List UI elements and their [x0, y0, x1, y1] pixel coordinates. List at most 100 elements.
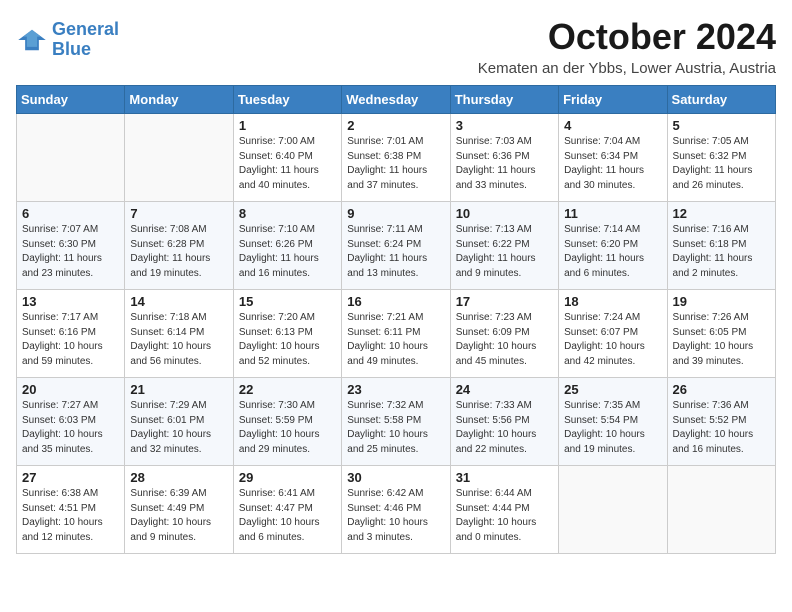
header-saturday: Saturday [667, 86, 775, 114]
week-row-3: 13 Sunrise: 7:17 AMSunset: 6:16 PMDayligh… [17, 290, 776, 378]
calendar-cell [17, 114, 125, 202]
day-detail: Sunrise: 7:35 AMSunset: 5:54 PMDaylight:… [564, 399, 661, 457]
day-detail: Sunrise: 7:14 AMSunset: 6:20 PMDaylight:… [564, 223, 661, 281]
day-number: 31 [456, 470, 553, 485]
day-detail: Sunrise: 6:44 AMSunset: 4:44 PMDaylight:… [456, 487, 553, 545]
calendar-cell: 11 Sunrise: 7:14 AMSunset: 6:20 PMDayligh… [559, 202, 667, 290]
day-number: 27 [22, 470, 119, 485]
day-number: 2 [347, 118, 444, 133]
day-number: 6 [22, 206, 119, 221]
calendar-cell: 16 Sunrise: 7:21 AMSunset: 6:11 PMDayligh… [342, 290, 450, 378]
day-number: 15 [239, 294, 336, 309]
day-number: 25 [564, 382, 661, 397]
location-title: Kematen an der Ybbs, Lower Austria, Aust… [478, 60, 776, 77]
calendar-cell: 4Sunrise: 7:04 AMSunset: 6:34 PMDaylight… [559, 114, 667, 202]
page-header: General Blue October 2024 Kematen an der… [16, 16, 776, 77]
calendar-cell: 13 Sunrise: 7:17 AMSunset: 6:16 PMDayligh… [17, 290, 125, 378]
day-detail: Sunrise: 7:27 AMSunset: 6:03 PMDaylight:… [22, 399, 119, 457]
calendar-cell: 5Sunrise: 7:05 AMSunset: 6:32 PMDaylight… [667, 114, 775, 202]
day-detail: Sunrise: 7:29 AMSunset: 6:01 PMDaylight:… [130, 399, 227, 457]
calendar-cell: 14Sunrise: 7:18 AMSunset: 6:14 PMDayligh… [125, 290, 233, 378]
calendar-cell: 20 Sunrise: 7:27 AMSunset: 6:03 PMDayligh… [17, 378, 125, 466]
calendar-cell: 6 Sunrise: 7:07 AMSunset: 6:30 PMDaylight… [17, 202, 125, 290]
day-number: 11 [564, 206, 661, 221]
calendar-cell: 23Sunrise: 7:32 AMSunset: 5:58 PMDayligh… [342, 378, 450, 466]
day-number: 18 [564, 294, 661, 309]
day-detail: Sunrise: 7:26 AMSunset: 6:05 PMDaylight:… [673, 311, 770, 369]
header-thursday: Thursday [450, 86, 558, 114]
day-detail: Sunrise: 7:30 AMSunset: 5:59 PMDaylight:… [239, 399, 336, 457]
calendar-cell: 2 Sunrise: 7:01 AMSunset: 6:38 PMDaylight… [342, 114, 450, 202]
calendar-cell: 29 Sunrise: 6:41 AMSunset: 4:47 PMDayligh… [233, 466, 341, 554]
day-detail: Sunrise: 7:13 AMSunset: 6:22 PMDaylight:… [456, 223, 553, 281]
header-sunday: Sunday [17, 86, 125, 114]
header-friday: Friday [559, 86, 667, 114]
calendar-cell: 31 Sunrise: 6:44 AMSunset: 4:44 PMDayligh… [450, 466, 558, 554]
calendar-cell: 8 Sunrise: 7:10 AMSunset: 6:26 PMDaylight… [233, 202, 341, 290]
day-number: 12 [673, 206, 770, 221]
day-number: 22 [239, 382, 336, 397]
calendar-cell: 7 Sunrise: 7:08 AMSunset: 6:28 PMDaylight… [125, 202, 233, 290]
day-detail: Sunrise: 6:41 AMSunset: 4:47 PMDaylight:… [239, 487, 336, 545]
calendar-cell: 24Sunrise: 7:33 AMSunset: 5:56 PMDayligh… [450, 378, 558, 466]
week-row-4: 20 Sunrise: 7:27 AMSunset: 6:03 PMDayligh… [17, 378, 776, 466]
calendar-cell: 15 Sunrise: 7:20 AMSunset: 6:13 PMDayligh… [233, 290, 341, 378]
calendar-table: SundayMondayTuesdayWednesdayThursdayFrid… [16, 85, 776, 554]
day-detail: Sunrise: 7:05 AMSunset: 6:32 PMDaylight:… [673, 135, 770, 193]
calendar-cell: 19 Sunrise: 7:26 AMSunset: 6:05 PMDayligh… [667, 290, 775, 378]
calendar-cell [125, 114, 233, 202]
header-tuesday: Tuesday [233, 86, 341, 114]
day-number: 9 [347, 206, 444, 221]
calendar-cell: 30Sunrise: 6:42 AMSunset: 4:46 PMDayligh… [342, 466, 450, 554]
calendar-cell [667, 466, 775, 554]
calendar-cell: 9 Sunrise: 7:11 AMSunset: 6:24 PMDaylight… [342, 202, 450, 290]
day-detail: Sunrise: 7:03 AMSunset: 6:36 PMDaylight:… [456, 135, 553, 193]
day-detail: Sunrise: 7:21 AMSunset: 6:11 PMDaylight:… [347, 311, 444, 369]
calendar-cell: 17 Sunrise: 7:23 AMSunset: 6:09 PMDayligh… [450, 290, 558, 378]
day-detail: Sunrise: 6:39 AMSunset: 4:49 PMDaylight:… [130, 487, 227, 545]
day-number: 7 [130, 206, 227, 221]
day-detail: Sunrise: 7:23 AMSunset: 6:09 PMDaylight:… [456, 311, 553, 369]
day-detail: Sunrise: 7:24 AMSunset: 6:07 PMDaylight:… [564, 311, 661, 369]
calendar-cell [559, 466, 667, 554]
day-detail: Sunrise: 7:36 AMSunset: 5:52 PMDaylight:… [673, 399, 770, 457]
calendar-cell: 10 Sunrise: 7:13 AMSunset: 6:22 PMDayligh… [450, 202, 558, 290]
day-number: 17 [456, 294, 553, 309]
day-detail: Sunrise: 7:00 AMSunset: 6:40 PMDaylight:… [239, 135, 336, 193]
day-number: 13 [22, 294, 119, 309]
day-number: 3 [456, 118, 553, 133]
day-number: 10 [456, 206, 553, 221]
day-number: 8 [239, 206, 336, 221]
day-detail: Sunrise: 7:11 AMSunset: 6:24 PMDaylight:… [347, 223, 444, 281]
day-number: 19 [673, 294, 770, 309]
logo-icon [16, 28, 48, 52]
day-number: 16 [347, 294, 444, 309]
day-number: 20 [22, 382, 119, 397]
day-number: 26 [673, 382, 770, 397]
day-detail: Sunrise: 7:20 AMSunset: 6:13 PMDaylight:… [239, 311, 336, 369]
calendar-cell: 3 Sunrise: 7:03 AMSunset: 6:36 PMDaylight… [450, 114, 558, 202]
day-number: 30 [347, 470, 444, 485]
calendar-cell: 22 Sunrise: 7:30 AMSunset: 5:59 PMDayligh… [233, 378, 341, 466]
calendar-cell: 28 Sunrise: 6:39 AMSunset: 4:49 PMDayligh… [125, 466, 233, 554]
day-detail: Sunrise: 7:10 AMSunset: 6:26 PMDaylight:… [239, 223, 336, 281]
calendar-cell: 27Sunrise: 6:38 AMSunset: 4:51 PMDayligh… [17, 466, 125, 554]
day-number: 28 [130, 470, 227, 485]
calendar-cell: 12Sunrise: 7:16 AMSunset: 6:18 PMDayligh… [667, 202, 775, 290]
day-detail: Sunrise: 7:01 AMSunset: 6:38 PMDaylight:… [347, 135, 444, 193]
calendar-header-row: SundayMondayTuesdayWednesdayThursdayFrid… [17, 86, 776, 114]
week-row-1: 1Sunrise: 7:00 AMSunset: 6:40 PMDaylight… [17, 114, 776, 202]
day-number: 29 [239, 470, 336, 485]
day-detail: Sunrise: 7:18 AMSunset: 6:14 PMDaylight:… [130, 311, 227, 369]
day-detail: Sunrise: 7:32 AMSunset: 5:58 PMDaylight:… [347, 399, 444, 457]
month-title: October 2024 [478, 16, 776, 58]
day-detail: Sunrise: 7:17 AMSunset: 6:16 PMDaylight:… [22, 311, 119, 369]
day-detail: Sunrise: 7:08 AMSunset: 6:28 PMDaylight:… [130, 223, 227, 281]
week-row-5: 27Sunrise: 6:38 AMSunset: 4:51 PMDayligh… [17, 466, 776, 554]
calendar-cell: 21Sunrise: 7:29 AMSunset: 6:01 PMDayligh… [125, 378, 233, 466]
day-number: 24 [456, 382, 553, 397]
header-monday: Monday [125, 86, 233, 114]
day-detail: Sunrise: 7:04 AMSunset: 6:34 PMDaylight:… [564, 135, 661, 193]
day-detail: Sunrise: 7:07 AMSunset: 6:30 PMDaylight:… [22, 223, 119, 281]
calendar-cell: 18 Sunrise: 7:24 AMSunset: 6:07 PMDayligh… [559, 290, 667, 378]
